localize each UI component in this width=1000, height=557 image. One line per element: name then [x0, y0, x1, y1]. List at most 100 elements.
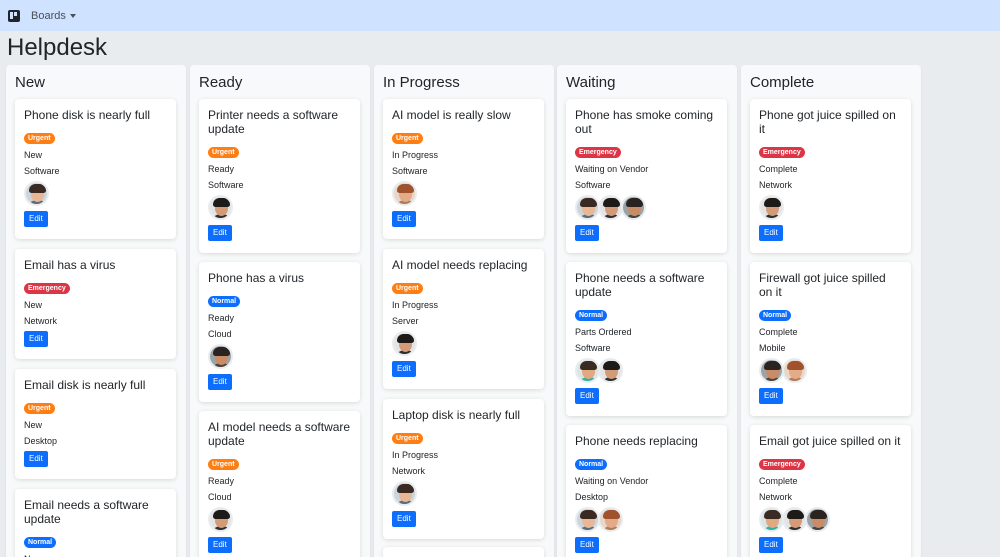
- priority-badge: Urgent: [392, 283, 423, 294]
- ticket-card[interactable]: Phone has a virus Normal Ready Cloud Edit: [199, 262, 360, 402]
- ticket-card[interactable]: Phone disk is nearly full Urgent New Softwa…: [15, 99, 176, 239]
- ticket-status: Complete: [759, 476, 798, 486]
- assignee-avatars: [759, 195, 902, 221]
- avatar[interactable]: [575, 507, 600, 532]
- ticket-card[interactable]: Phone needs a software update Normal Parts…: [566, 262, 727, 416]
- avatar[interactable]: [208, 507, 233, 532]
- priority-badge: Urgent: [24, 133, 55, 144]
- ticket-title: Phone has smoke coming out: [575, 108, 714, 136]
- ticket-card[interactable]: AI model is really slow Urgent In Progress…: [383, 99, 544, 239]
- ticket-status: Complete: [759, 327, 798, 337]
- edit-button[interactable]: Edit: [208, 225, 232, 241]
- assignee-avatars: [208, 195, 351, 221]
- ticket-card[interactable]: Email got juice spilled on it Emergency Co…: [750, 425, 911, 557]
- priority-badge: Urgent: [208, 147, 239, 158]
- edit-button[interactable]: Edit: [208, 374, 232, 390]
- assignee-avatars: [575, 507, 718, 533]
- ticket-card[interactable]: Phone got juice spilled on it Emergency Co…: [750, 99, 911, 253]
- ticket-category: Software: [575, 343, 611, 353]
- priority-badge: Emergency: [575, 147, 621, 158]
- ticket-title: Email has a virus: [24, 258, 116, 272]
- ticket-card[interactable]: Printer needs a software update Urgent Rea…: [199, 99, 360, 253]
- ticket-category: Cloud: [208, 329, 232, 339]
- ticket-card[interactable]: Firewall got juice spilled on it Normal Co…: [750, 262, 911, 416]
- edit-button[interactable]: Edit: [392, 511, 416, 527]
- ticket-card[interactable]: AI model needs replacing Urgent In Progres…: [383, 249, 544, 389]
- edit-button[interactable]: Edit: [759, 537, 783, 553]
- assignee-avatars: [575, 195, 718, 221]
- ticket-category: Desktop: [24, 436, 58, 446]
- ticket-title: Laptop disk is nearly full: [392, 408, 521, 422]
- ticket-category: Mobile: [759, 343, 786, 353]
- avatar[interactable]: [208, 344, 233, 369]
- edit-button[interactable]: Edit: [759, 225, 783, 241]
- column-complete: Complete Phone got juice spilled on it Eme…: [741, 65, 921, 557]
- chevron-down-icon: [69, 13, 76, 18]
- ticket-category: Software: [575, 180, 611, 190]
- ticket-category: Cloud: [208, 492, 232, 502]
- avatar[interactable]: [782, 507, 807, 532]
- ticket-card[interactable]: Phone needs replacing Normal Waiting on Ve…: [566, 425, 727, 557]
- ticket-card[interactable]: Phone has smoke coming out Emergency Waiti…: [566, 99, 727, 253]
- assignee-avatars: [759, 507, 902, 533]
- assignee-avatars: [392, 481, 535, 507]
- avatar[interactable]: [759, 358, 784, 383]
- avatar[interactable]: [575, 358, 600, 383]
- avatar[interactable]: [392, 481, 417, 506]
- avatar[interactable]: [392, 181, 417, 206]
- avatar[interactable]: [598, 358, 623, 383]
- avatar[interactable]: [621, 195, 646, 220]
- avatar[interactable]: [208, 195, 233, 220]
- priority-badge: Urgent: [24, 403, 55, 414]
- ticket-card[interactable]: Email disk is nearly full Urgent New Deskto…: [15, 369, 176, 479]
- ticket-card[interactable]: AI model needs a software update Urgent Re…: [199, 411, 360, 557]
- avatar[interactable]: [598, 195, 623, 220]
- app-logo-icon[interactable]: [8, 9, 20, 22]
- column-in-progress: In Progress AI model is really slow Urgent…: [374, 65, 554, 557]
- ticket-status: Waiting on Vendor: [575, 476, 649, 486]
- column-title: Waiting: [566, 74, 616, 91]
- column-title: New: [15, 74, 46, 91]
- edit-button[interactable]: Edit: [24, 331, 48, 347]
- avatar[interactable]: [598, 507, 623, 532]
- column-ready: Ready Printer needs a software update Urge…: [190, 65, 370, 557]
- top-navbar: Boards: [0, 0, 1000, 31]
- ticket-card[interactable]: Laptop disk is nearly full Urgent In Progr…: [383, 399, 544, 539]
- avatar[interactable]: [392, 331, 417, 356]
- boards-dropdown-label: Boards: [31, 9, 66, 22]
- priority-badge: Urgent: [392, 433, 423, 444]
- edit-button[interactable]: Edit: [392, 361, 416, 377]
- ticket-category: Desktop: [575, 492, 609, 502]
- edit-button[interactable]: Edit: [575, 537, 599, 553]
- ticket-status: In Progress: [392, 300, 439, 310]
- priority-badge: Emergency: [759, 459, 805, 470]
- ticket-card[interactable]: Email has a virus Emergency New Network Edit: [15, 249, 176, 359]
- avatar[interactable]: [782, 358, 807, 383]
- edit-button[interactable]: Edit: [24, 211, 48, 227]
- edit-button[interactable]: Edit: [575, 388, 599, 404]
- ticket-title: AI model needs a software update: [208, 420, 351, 448]
- ticket-status: Ready: [208, 313, 235, 323]
- ticket-category: Network: [759, 492, 793, 502]
- edit-button[interactable]: Edit: [24, 451, 48, 467]
- boards-dropdown[interactable]: Boards: [31, 10, 76, 22]
- edit-button[interactable]: Edit: [759, 388, 783, 404]
- ticket-status: Complete: [759, 164, 798, 174]
- avatar[interactable]: [805, 507, 830, 532]
- edit-button[interactable]: Edit: [392, 211, 416, 227]
- avatar[interactable]: [759, 195, 784, 220]
- ticket-title: Email needs a software update: [24, 498, 149, 526]
- avatar[interactable]: [575, 195, 600, 220]
- page-title: Helpdesk: [7, 34, 108, 61]
- avatar[interactable]: [759, 507, 784, 532]
- ticket-title: Printer needs a software update: [208, 108, 339, 136]
- ticket-card[interactable]: Email needs a software updateNormalNew: [15, 489, 176, 557]
- ticket-title: AI model needs replacing: [392, 258, 528, 272]
- edit-button[interactable]: Edit: [575, 225, 599, 241]
- ticket-card[interactable]: [383, 547, 544, 557]
- ticket-title: Phone has a virus: [208, 271, 305, 285]
- priority-badge: Normal: [24, 537, 57, 548]
- ticket-title: Phone needs a software update: [575, 271, 705, 299]
- avatar[interactable]: [24, 181, 49, 206]
- edit-button[interactable]: Edit: [208, 537, 232, 553]
